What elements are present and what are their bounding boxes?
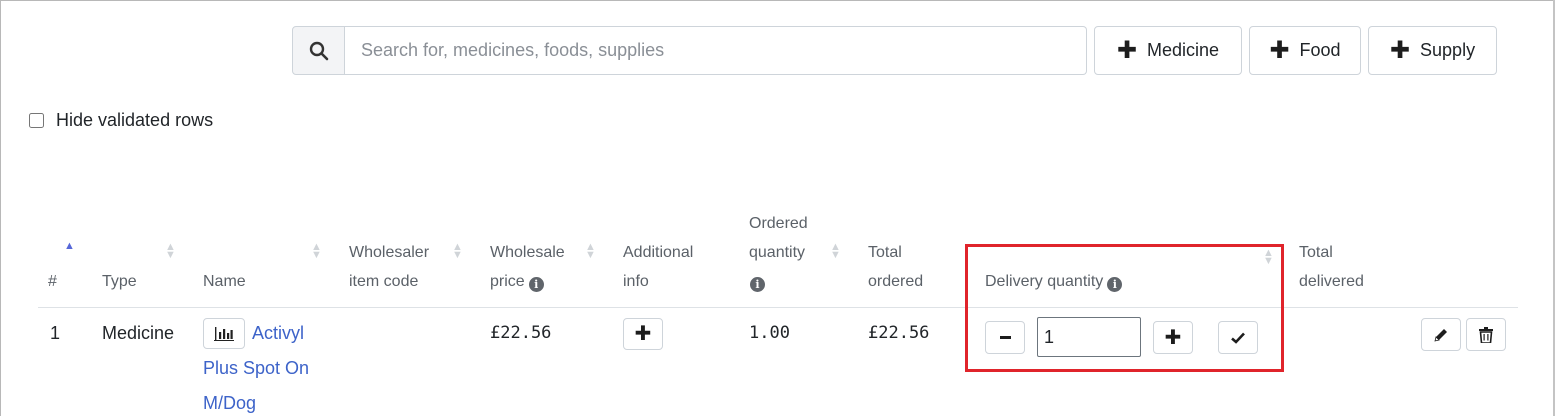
sort-wholesale-price-icon[interactable]: ▲ ▼: [585, 242, 596, 261]
th-ordered-quantity-line1: Ordered: [749, 215, 808, 232]
th-additional-info-line1: Additional: [623, 244, 694, 261]
cell-wholesale-price: £22.56: [490, 323, 552, 343]
th-wholesaler-code-line2: item code: [349, 273, 419, 290]
th-total-delivered-line1: Total: [1299, 244, 1333, 261]
th-type[interactable]: Type: [102, 267, 137, 296]
add-supply-label: Supply: [1420, 40, 1476, 60]
trash-icon: [1479, 326, 1493, 343]
cell-type: Medicine: [102, 323, 175, 343]
th-wholesaler-code-line1: Wholesaler: [349, 244, 430, 261]
search-input[interactable]: [345, 26, 1087, 75]
search-icon[interactable]: [292, 26, 345, 75]
th-total-delivered-line2: delivered: [1299, 273, 1364, 290]
th-total-ordered-line1: Total: [868, 244, 902, 261]
sort-type-icon[interactable]: ▲ ▼: [165, 242, 176, 261]
th-additional-info-line2: info: [623, 273, 649, 290]
sort-wholesaler-code-icon[interactable]: ▲ ▼: [452, 242, 463, 261]
th-total-ordered-line2: ordered: [868, 273, 924, 290]
info-icon[interactable]: i: [528, 277, 544, 292]
cell-name-link[interactable]: Activyl: [252, 316, 304, 351]
search-bar: [292, 26, 1087, 75]
plus-icon: ✚: [634, 323, 652, 345]
th-total-delivered: Total delivered: [1299, 238, 1364, 296]
plus-icon: ✚: [1269, 36, 1290, 64]
delivery-quantity-highlight: [965, 244, 1284, 372]
cell-index: 1: [50, 323, 61, 343]
plus-icon: ✚: [1116, 36, 1138, 64]
add-info-button[interactable]: ✚: [623, 318, 663, 350]
th-ordered-quantity[interactable]: Ordered quantity i: [749, 209, 808, 296]
delete-row-button[interactable]: [1466, 318, 1506, 351]
th-index[interactable]: #: [48, 267, 57, 296]
sort-index-icon[interactable]: ▲: [64, 241, 75, 252]
cell-name-link-line3[interactable]: M/Dog: [203, 386, 256, 416]
th-wholesale-price-line2: price: [490, 273, 525, 290]
edit-row-button[interactable]: [1421, 318, 1461, 351]
add-food-button[interactable]: ✚ Food: [1249, 26, 1361, 75]
hide-validated-label: Hide validated rows: [56, 110, 214, 130]
pencil-icon: [1434, 328, 1447, 342]
th-wholesale-price[interactable]: Wholesale price i: [490, 238, 565, 296]
th-wholesale-price-line1: Wholesale: [490, 244, 565, 261]
th-name[interactable]: Name: [203, 267, 246, 296]
table-header-divider: [38, 307, 1518, 308]
cell-ordered-quantity: 1.00: [749, 323, 790, 343]
add-medicine-label: Medicine: [1147, 40, 1220, 60]
th-ordered-quantity-line2: quantity: [749, 244, 806, 261]
th-additional-info: Additional info: [623, 238, 693, 296]
add-medicine-button[interactable]: ✚ Medicine: [1094, 26, 1242, 75]
sort-name-icon[interactable]: ▲ ▼: [311, 242, 322, 261]
add-food-label: Food: [1299, 40, 1341, 60]
info-icon[interactable]: i: [750, 277, 765, 292]
stats-chart-button[interactable]: [203, 318, 245, 349]
hide-validated-checkbox[interactable]: [29, 113, 44, 128]
add-supply-button[interactable]: ✚ Supply: [1368, 26, 1497, 75]
hide-validated-toggle[interactable]: Hide validated rows: [29, 110, 213, 131]
bar-chart-icon: [214, 326, 234, 341]
sort-ordered-quantity-icon[interactable]: ▲ ▼: [830, 242, 841, 261]
cell-name-link-line2[interactable]: Plus Spot On: [203, 351, 309, 386]
cell-total-ordered: £22.56: [868, 323, 930, 343]
th-wholesaler-code[interactable]: Wholesaler item code: [349, 238, 429, 296]
th-total-ordered: Total ordered: [868, 238, 923, 296]
plus-icon: ✚: [1389, 36, 1411, 64]
